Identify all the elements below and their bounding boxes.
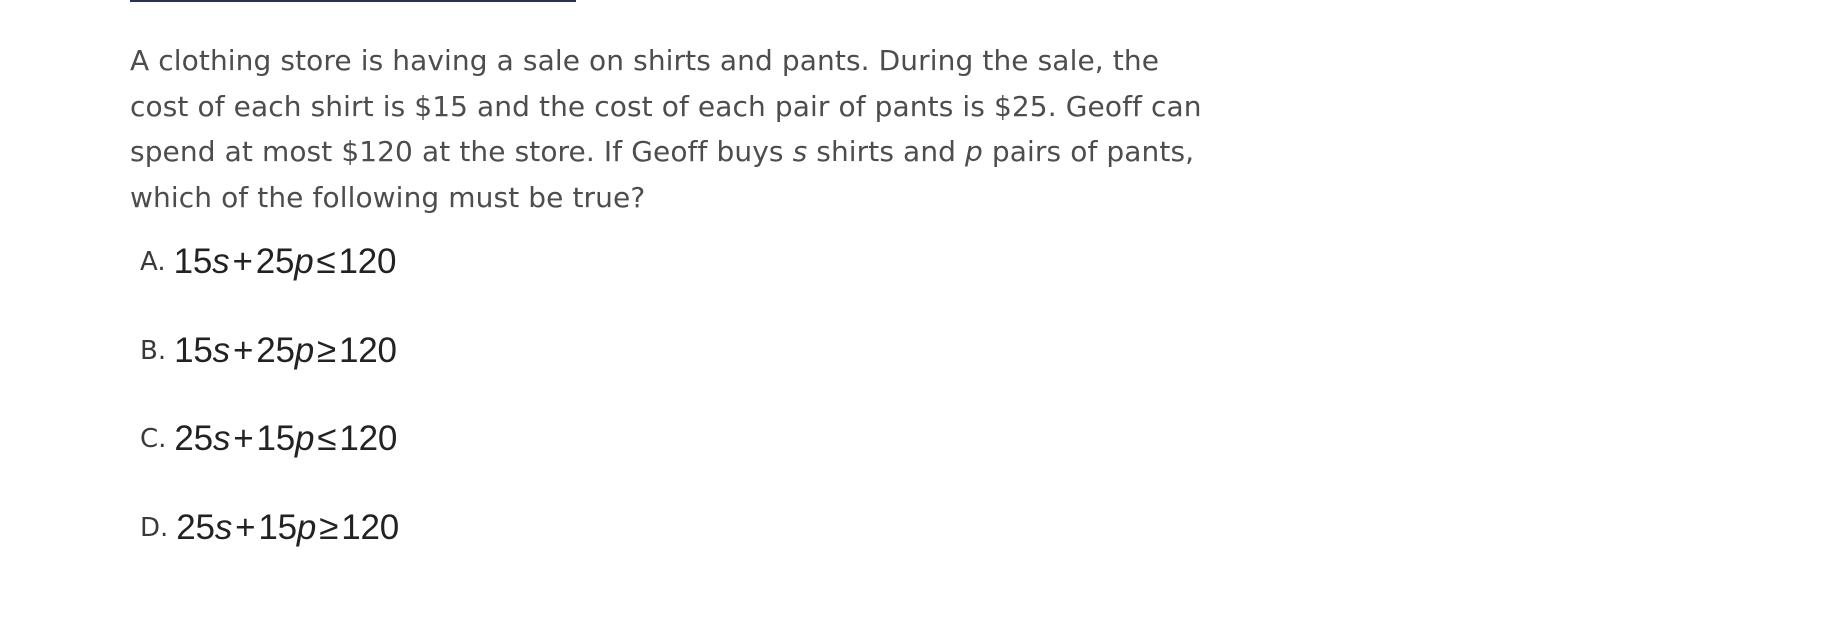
choice-expression: 25s+15p≥120 <box>176 508 399 548</box>
question-text: A clothing store is having a sale on shi… <box>130 38 1210 220</box>
choice-letter: D. <box>140 513 169 543</box>
expr-variable: p <box>294 242 314 281</box>
expr-operator: + <box>232 331 254 370</box>
expr-term: 25 <box>174 419 213 458</box>
expr-term: 25 <box>256 331 295 370</box>
expr-operator: + <box>232 242 253 281</box>
question-text-part: shirts and <box>807 135 966 168</box>
expr-rhs: 120 <box>339 419 398 458</box>
answer-choice-b[interactable]: B. 15s+25p≥120 <box>140 327 397 375</box>
expr-relation: ≤ <box>316 242 336 281</box>
choice-letter: A. <box>140 247 166 277</box>
choice-expression: 25s+15p≤120 <box>174 419 397 459</box>
expr-relation: ≥ <box>317 331 337 370</box>
answer-choice-c[interactable]: C. 25s+15p≤120 <box>140 415 397 463</box>
choice-expression: 15s+25p≤120 <box>174 242 397 282</box>
expr-variable: p <box>296 508 317 547</box>
expr-variable: p <box>294 331 314 370</box>
variable-p: p <box>965 135 983 168</box>
expr-variable: s <box>212 331 231 370</box>
expr-rhs: 120 <box>338 242 397 281</box>
top-divider <box>130 0 576 2</box>
expr-rhs: 120 <box>341 508 399 547</box>
expr-variable: s <box>214 508 233 547</box>
choice-letter: C. <box>140 424 167 454</box>
expr-term: 25 <box>255 242 295 281</box>
expr-relation: ≥ <box>319 508 339 547</box>
expr-variable: p <box>295 419 315 458</box>
expr-term: 15 <box>256 419 296 458</box>
answer-choice-d[interactable]: D. 25s+15p≥120 <box>140 504 399 552</box>
expr-term: 15 <box>258 508 297 547</box>
expr-variable: s <box>212 242 230 281</box>
choice-letter: B. <box>140 336 167 366</box>
choice-expression: 15s+25p≥120 <box>174 331 397 371</box>
expr-rhs: 120 <box>339 331 397 370</box>
variable-s: s <box>792 135 808 168</box>
expr-relation: ≤ <box>317 419 337 458</box>
expr-variable: s <box>212 419 231 458</box>
expr-term: 25 <box>176 508 215 547</box>
expr-operator: + <box>235 508 256 547</box>
expr-term: 15 <box>174 331 213 370</box>
expr-term: 15 <box>173 242 213 281</box>
answer-choice-a[interactable]: A. 15s+25p≤120 <box>140 238 396 286</box>
expr-operator: + <box>233 419 254 458</box>
